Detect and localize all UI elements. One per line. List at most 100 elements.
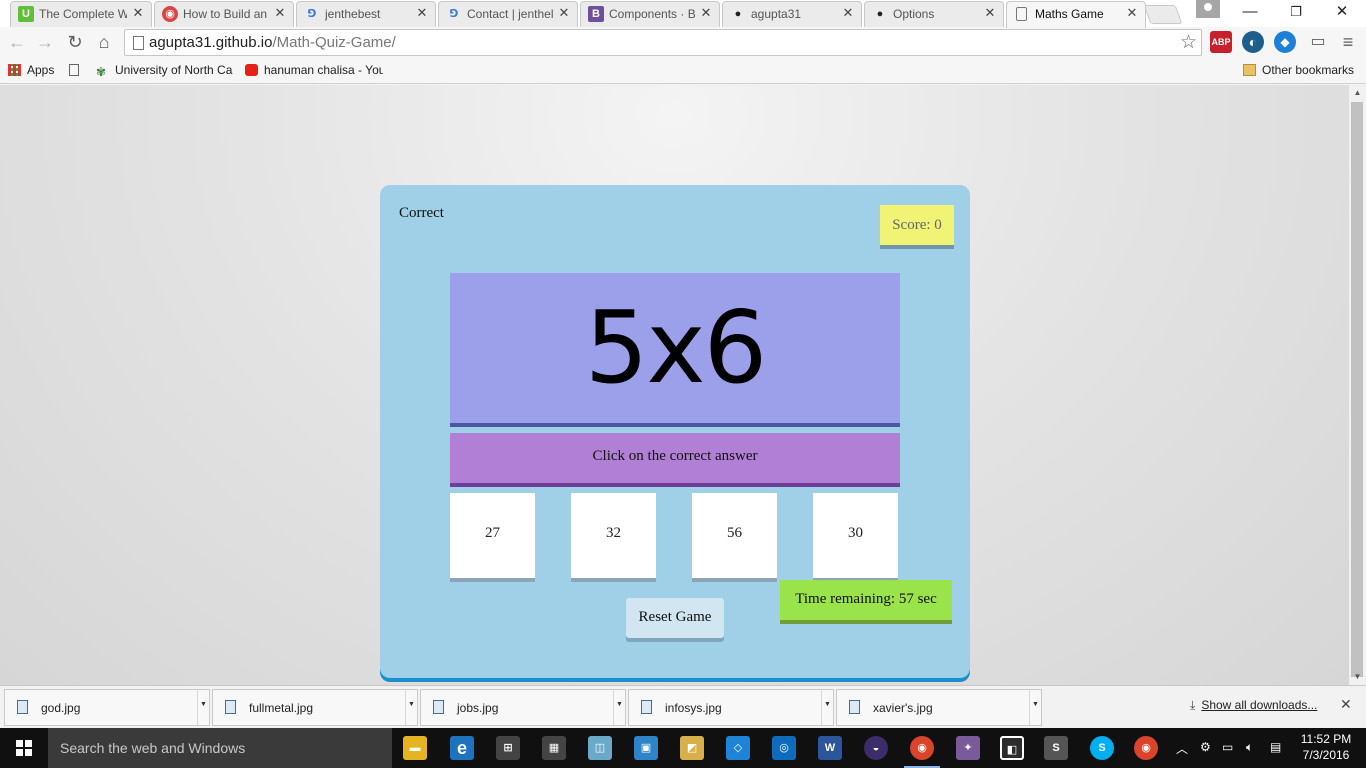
store-icon[interactable]: ⊞	[496, 736, 520, 760]
bookmark-hanuman-chalisa[interactable]: hanuman chalisa - You	[245, 63, 383, 77]
sticky-notes-icon[interactable]: ◫	[588, 736, 612, 760]
tab-how-to-build[interactable]: ◉ How to Build an ✕	[154, 1, 294, 27]
page-scrollbar[interactable]: ▲ ▼	[1349, 85, 1366, 685]
download-item[interactable]: xavier's.jpg ▼	[836, 689, 1042, 726]
close-icon[interactable]: ✕	[1340, 696, 1352, 713]
menu-icon[interactable]: ≡	[1336, 30, 1360, 54]
new-tab-button[interactable]	[1143, 5, 1183, 24]
bootstrap-icon: B	[588, 6, 604, 22]
download-item[interactable]: infosys.jpg ▼	[628, 689, 834, 726]
forward-button[interactable]: →	[33, 30, 57, 54]
extension-globe-icon[interactable]: ◐	[1242, 31, 1264, 53]
sniper-icon[interactable]: ✦	[956, 736, 980, 760]
show-all-downloads-link[interactable]: ⤓ Show all downloads...	[1190, 698, 1317, 713]
back-button[interactable]: ←	[5, 30, 29, 54]
tab-title: Maths Game	[1035, 7, 1104, 21]
clock-date: 7/3/2016	[1302, 748, 1350, 762]
outlook-icon[interactable]: ◎	[772, 736, 796, 760]
eclipse-icon[interactable]: ◒	[864, 736, 888, 760]
tab-options[interactable]: ● Options ✕	[864, 1, 1004, 27]
windows-start-icon[interactable]	[16, 740, 32, 756]
close-icon[interactable]: ✕	[131, 6, 145, 20]
bookmark-page[interactable]	[69, 63, 85, 77]
address-bar[interactable]: agupta31.github.io/Math-Quiz-Game/ ☆	[124, 29, 1202, 56]
profile-icon[interactable]	[1196, 0, 1220, 18]
correct-message: Correct	[399, 205, 444, 221]
answer-box-3[interactable]: 56	[692, 493, 777, 578]
windows-taskbar: Search the web and Windows ▬ e ⊞ ▦ ◫ ▣ ◩…	[0, 728, 1366, 768]
other-bookmarks[interactable]: Other bookmarks	[1243, 63, 1354, 77]
photos-icon[interactable]: ▣	[634, 736, 658, 760]
tab-jenthebest[interactable]: ⅁ jenthebest ✕	[296, 1, 436, 27]
tab-agupta31[interactable]: ● agupta31 ✕	[722, 1, 862, 27]
sublime-icon[interactable]: S	[1044, 736, 1068, 760]
chevron-down-icon[interactable]: ▼	[405, 690, 417, 725]
chevron-down-icon[interactable]: ▼	[613, 690, 625, 725]
home-button[interactable]: ⌂	[92, 30, 116, 54]
tab-complete-web[interactable]: U The Complete W ✕	[10, 1, 152, 27]
download-icon: ⤓	[1190, 698, 1196, 712]
chrome-icon-2[interactable]: ◉	[1134, 736, 1158, 760]
folder-icon[interactable]: ◩	[680, 736, 704, 760]
tab-title: agupta31	[751, 7, 802, 21]
reload-button[interactable]: ↻	[63, 30, 87, 54]
clock-time: 11:52 PM	[1300, 732, 1352, 746]
chevron-down-icon[interactable]: ▼	[197, 690, 209, 725]
tray-chevron-up-icon[interactable]: ︿	[1176, 740, 1188, 757]
github-icon: ●	[876, 8, 884, 20]
edge-icon[interactable]: e	[450, 736, 474, 760]
question-box: 5x6	[450, 273, 900, 423]
minimize-button[interactable]: —	[1227, 0, 1273, 26]
notifications-icon[interactable]: ▤	[1270, 740, 1281, 754]
chevron-down-icon[interactable]: ▼	[821, 690, 833, 725]
tab-contact[interactable]: ⅁ Contact | jenthel ✕	[438, 1, 578, 27]
apps-grid-icon	[8, 64, 21, 76]
close-icon[interactable]: ✕	[699, 6, 713, 20]
close-icon[interactable]: ✕	[983, 6, 997, 20]
image-file-icon	[849, 700, 860, 714]
skype-icon[interactable]: S	[1090, 736, 1114, 760]
close-icon[interactable]: ✕	[415, 6, 429, 20]
page-icon	[133, 36, 144, 50]
restore-button[interactable]: ❐	[1273, 0, 1319, 26]
taskbar-clock[interactable]: 11:52 PM 7/3/2016	[1298, 731, 1354, 763]
extension-bird-icon[interactable]: ◆	[1274, 31, 1296, 53]
chrome-icon[interactable]: ◉	[904, 736, 940, 768]
game-container: Correct Score: 0 5x6 Click on the correc…	[380, 185, 970, 678]
taskbar-search-box[interactable]: Search the web and Windows	[48, 728, 392, 768]
answer-box-2[interactable]: 32	[571, 493, 656, 578]
battery-icon[interactable]: ▭	[1222, 740, 1233, 754]
answer-box-1[interactable]: 27	[450, 493, 535, 578]
dropbox-icon[interactable]: ◇	[726, 736, 750, 760]
reset-game-button[interactable]: Reset Game	[626, 598, 724, 638]
close-icon[interactable]: ✕	[1125, 6, 1139, 20]
bookmark-star-icon[interactable]: ☆	[1180, 31, 1197, 55]
chevron-down-icon[interactable]: ▼	[1029, 690, 1041, 725]
answer-box-4[interactable]: 30	[813, 493, 898, 578]
app-icon[interactable]: ◧	[1000, 736, 1024, 760]
close-icon[interactable]: ✕	[557, 6, 571, 20]
adblock-plus-icon[interactable]: ABP	[1210, 31, 1232, 53]
file-explorer-icon[interactable]: ▬	[403, 736, 427, 760]
close-icon[interactable]: ✕	[273, 6, 287, 20]
download-item[interactable]: fullmetal.jpg ▼	[212, 689, 418, 726]
word-icon[interactable]: W	[818, 736, 842, 760]
network-share-icon[interactable]: ⚙	[1200, 740, 1211, 754]
tab-maths-game[interactable]: Maths Game ✕	[1006, 1, 1146, 28]
scroll-up-arrow[interactable]: ▲	[1349, 85, 1366, 101]
calculator-icon[interactable]: ▦	[542, 736, 566, 760]
score-box: Score: 0	[880, 205, 954, 245]
tab-strip: U The Complete W ✕ ◉ How to Build an ✕ ⅁…	[0, 0, 1366, 28]
volume-icon[interactable]: 🔈︎	[1246, 740, 1253, 755]
bookmark-apps[interactable]: Apps	[8, 63, 54, 77]
close-icon[interactable]: ✕	[841, 6, 855, 20]
scroll-thumb[interactable]	[1351, 102, 1363, 677]
cast-icon[interactable]: ▭	[1306, 30, 1330, 54]
bookmark-university[interactable]: ✾ University of North Ca	[96, 63, 234, 78]
download-item[interactable]: jobs.jpg ▼	[420, 689, 626, 726]
scroll-down-arrow[interactable]: ▼	[1349, 669, 1366, 685]
download-item[interactable]: god.jpg ▼	[4, 689, 210, 726]
browser-toolbar: ← → ↻ ⌂ agupta31.github.io/Math-Quiz-Gam…	[0, 27, 1366, 58]
close-window-button[interactable]: ✕	[1319, 0, 1365, 26]
tab-components[interactable]: B Components · B ✕	[580, 1, 720, 27]
